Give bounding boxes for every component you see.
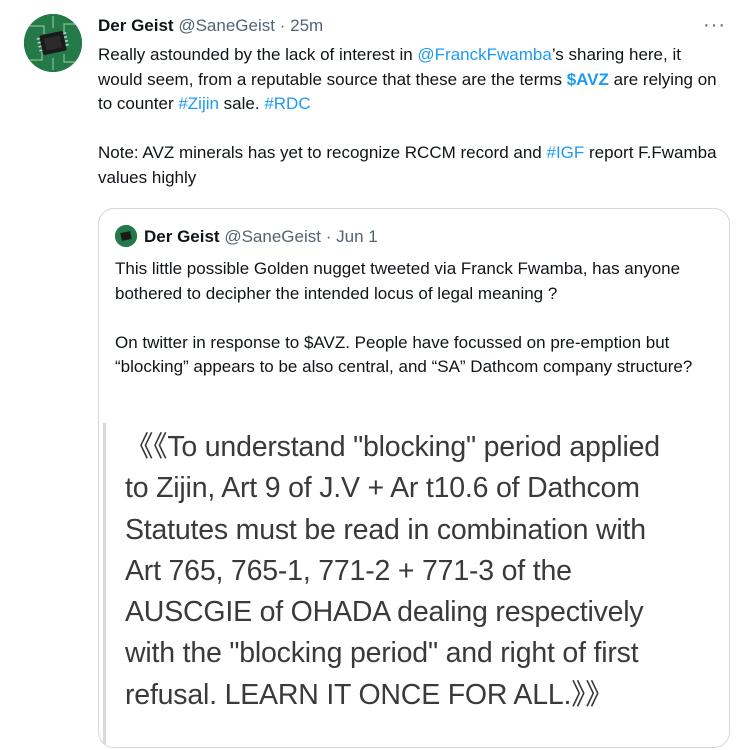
- author-handle[interactable]: @SaneGeist: [178, 16, 275, 35]
- mention-link[interactable]: @FranckFwamba: [417, 45, 551, 64]
- tweet-note: Note: AVZ minerals has yet to recognize …: [98, 141, 728, 190]
- tweet-timestamp[interactable]: 25m: [290, 16, 323, 35]
- quoted-tweet-text: This little possible Golden nugget tweet…: [115, 257, 715, 380]
- text-segment: sale.: [218, 94, 265, 113]
- hashtag-link[interactable]: #IGF: [546, 143, 584, 162]
- quoted-tweet-header: Der Geist @SaneGeist · Jun 1: [144, 226, 378, 248]
- quoted-tweet[interactable]: Der Geist @SaneGeist · Jun 1 This little…: [98, 208, 730, 748]
- image-text-line: Statutes must be read in combination wit…: [125, 513, 646, 546]
- tweet-paragraph: Really astounded by the lack of interest…: [98, 43, 728, 117]
- image-text: 《《To understand "blocking" period applie…: [125, 427, 725, 716]
- cashtag-link[interactable]: $AVZ: [567, 70, 609, 89]
- image-text-line: to Zijin, Art 9 of J.V + Ar t10.6 of Dat…: [125, 472, 640, 505]
- header-separator: ·: [279, 16, 286, 35]
- hashtag-link[interactable]: #RDC: [264, 94, 310, 113]
- tweet-header: Der Geist @SaneGeist · 25m: [98, 15, 323, 37]
- text-segment: Really astounded by the lack of interest…: [98, 45, 418, 64]
- author-avatar[interactable]: [24, 14, 82, 72]
- image-text-line: refusal. LEARN IT ONCE FOR ALL.》》: [125, 678, 614, 711]
- header-separator: ·: [325, 227, 332, 246]
- quoted-paragraph: This little possible Golden nugget tweet…: [115, 259, 681, 303]
- more-options-icon[interactable]: ···: [703, 14, 726, 37]
- image-text-line: AUSCGIE of OHADA dealing respectively: [125, 596, 644, 629]
- image-text-line: 《《To understand "blocking" period applie…: [125, 431, 660, 463]
- quoted-author-avatar[interactable]: [115, 225, 137, 247]
- hashtag-link[interactable]: #Zijin: [178, 94, 219, 113]
- quote-bar: [103, 423, 106, 747]
- quoted-tweet-image[interactable]: 《《To understand "blocking" period applie…: [103, 423, 729, 747]
- tweet-text: Really astounded by the lack of interest…: [98, 43, 728, 190]
- quoted-author-handle[interactable]: @SaneGeist: [224, 227, 321, 246]
- author-name[interactable]: Der Geist: [98, 16, 174, 35]
- image-text-line: Art 765, 765-1, 771-2 + 771-3 of the: [125, 554, 572, 587]
- quoted-author-name[interactable]: Der Geist: [144, 227, 220, 246]
- quoted-tweet-date[interactable]: Jun 1: [336, 227, 378, 246]
- quoted-paragraph: On twitter in response to $AVZ. People h…: [115, 332, 693, 377]
- image-text-line: with the "blocking period" and right of …: [125, 637, 639, 670]
- text-segment: Note: AVZ minerals has yet to recognize …: [98, 143, 547, 162]
